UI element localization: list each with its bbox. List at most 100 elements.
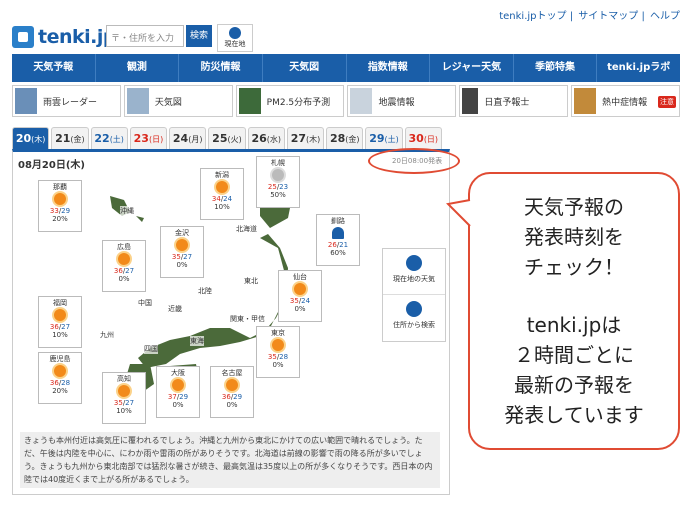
region-label-shikoku[interactable]: 四国 [144, 344, 158, 354]
subnav-earthquake[interactable]: 地震情報 [347, 85, 457, 117]
current-location-weather-button[interactable]: 現在地の天気 [383, 249, 445, 295]
city-forecast-kanazawa[interactable]: 金沢 35/27 0% [160, 226, 204, 278]
subnav-heatstroke[interactable]: 熱中症情報 注意 [571, 85, 680, 117]
temp-high: 35 [289, 297, 299, 305]
warning-badge: 注意 [657, 96, 676, 108]
heatstroke-thumbnail-icon [574, 88, 597, 114]
city-forecast-fukuoka[interactable]: 福岡 36/27 10% [38, 296, 82, 348]
nav-item-leisure[interactable]: レジャー天気 [430, 54, 514, 82]
rain-probability: 10% [214, 203, 230, 211]
nav-item-observation[interactable]: 観測 [96, 54, 180, 82]
subnav-forecaster[interactable]: 日直予報士 [459, 85, 569, 117]
subnav-label: PM2.5分布予測 [266, 97, 331, 108]
rain-probability: 0% [226, 401, 238, 409]
subnav-label: 雨雲レーダー [43, 97, 98, 108]
city-forecast-sapporo[interactable]: 札幌 25/23 50% [256, 156, 300, 208]
city-forecast-kochi[interactable]: 高知 35/27 10% [102, 372, 146, 424]
temp-high: 35 [113, 399, 123, 407]
city-forecast-osaka[interactable]: 大阪 37/29 0% [156, 366, 200, 418]
rain-probability: 0% [172, 401, 184, 409]
temp-low: 23 [279, 183, 289, 191]
city-forecast-tokyo[interactable]: 東京 35/28 0% [256, 326, 300, 378]
location-arrow-icon [229, 27, 241, 39]
region-label-hokuriku[interactable]: 北陸 [198, 286, 212, 296]
sunny-icon [54, 365, 66, 377]
city-temps: 35/27 [171, 253, 193, 261]
search-button[interactable]: 検索 [186, 25, 212, 47]
rain-probability: 60% [330, 249, 346, 257]
city-temps: 36/29 [221, 393, 243, 401]
temp-high: 36 [221, 393, 231, 401]
rain-probability: 20% [52, 387, 68, 395]
address-search-button[interactable]: 住所から検索 [383, 295, 445, 341]
city-temps: 35/27 [113, 399, 135, 407]
tab-day-21[interactable]: 21(金) [51, 127, 89, 149]
region-label-kinki[interactable]: 近畿 [168, 304, 182, 314]
cloudy-icon [272, 169, 284, 181]
city-forecast-hiroshima[interactable]: 広島 36/27 0% [102, 240, 146, 292]
nav-item-season[interactable]: 季節特集 [514, 54, 598, 82]
city-forecast-kagoshima[interactable]: 鹿児島 36/28 20% [38, 352, 82, 404]
nav-item-weather-map[interactable]: 天気図 [263, 54, 347, 82]
nav-item-disaster[interactable]: 防災情報 [179, 54, 263, 82]
region-label-okinawa[interactable]: 沖縄 [120, 206, 134, 216]
nav-item-index[interactable]: 指数情報 [347, 54, 431, 82]
city-forecast-nagoya[interactable]: 名古屋 36/29 0% [210, 366, 254, 418]
link-help[interactable]: ヘルプ [650, 11, 680, 22]
tab-day-28[interactable]: 28(金) [326, 127, 364, 149]
nav-item-lab[interactable]: tenki.jpラボ [597, 54, 680, 82]
forecast-summary: きょうも本州付近は高気圧に覆われるでしょう。沖縄と九州から東北にかけての広い範囲… [20, 432, 440, 488]
sunny-icon [54, 193, 66, 205]
callout-line: チェック！ [524, 255, 624, 279]
link-sitemap[interactable]: サイトマップ [578, 11, 638, 22]
sunny-icon [226, 379, 238, 391]
temp-low: 21 [339, 241, 349, 249]
callout-bubble: 天気予報の 発表時刻を チェック！ tenki.jpは ２時間ごとに 最新の予報… [468, 172, 680, 450]
city-name: 那覇 [53, 183, 67, 191]
region-label-tokai[interactable]: 東海 [190, 336, 204, 346]
subnav-rain-radar[interactable]: 雨雲レーダー [12, 85, 121, 117]
tab-day-of-week: (土) [109, 135, 124, 144]
tab-day-20[interactable]: 20(木) [12, 127, 50, 149]
site-logo[interactable]: tenki.jp [38, 26, 116, 48]
city-forecast-sendai[interactable]: 仙台 35/24 0% [278, 270, 322, 322]
tab-day-number: 25 [212, 132, 228, 145]
temp-low: 29 [233, 393, 243, 401]
region-label-hokkaido[interactable]: 北海道 [236, 224, 257, 234]
rain-probability: 50% [270, 191, 286, 199]
earthquake-thumbnail-icon [350, 88, 373, 114]
tab-day-of-week: (日) [423, 135, 439, 144]
current-location-label: 現在地 [224, 40, 246, 48]
city-name: 金沢 [175, 229, 189, 237]
tab-day-24[interactable]: 24(月) [169, 127, 207, 149]
subnav-pm25[interactable]: PM2.5分布予測 [235, 85, 345, 117]
tenki-logo-icon[interactable] [12, 26, 34, 48]
sunny-icon [272, 339, 284, 351]
tab-day-25[interactable]: 25(火) [208, 127, 246, 149]
city-temps: 36/27 [113, 267, 135, 275]
tab-day-of-week: (金) [70, 135, 85, 144]
region-label-kyushu[interactable]: 九州 [100, 330, 114, 340]
current-location-button[interactable]: 現在地 [217, 24, 253, 52]
temp-low: 28 [279, 353, 289, 361]
subnav-weather-map[interactable]: 天気図 [123, 85, 233, 117]
tab-day-29[interactable]: 29(土) [365, 127, 403, 149]
nav-item-forecast[interactable]: 天気予報 [12, 54, 96, 82]
tab-day-22[interactable]: 22(土) [90, 127, 128, 149]
tab-day-27[interactable]: 27(木) [286, 127, 325, 149]
tab-day-23[interactable]: 23(日) [129, 127, 168, 149]
region-label-tohoku[interactable]: 東北 [244, 276, 258, 286]
tab-day-26[interactable]: 26(水) [247, 127, 285, 149]
search-input[interactable]: 〒・住所を入力 [106, 25, 184, 47]
city-forecast-niigata[interactable]: 新潟 34/24 10% [200, 168, 244, 220]
region-label-chugoku[interactable]: 中国 [138, 298, 152, 308]
temp-high: 35 [267, 353, 277, 361]
tab-day-30[interactable]: 30(日) [404, 127, 442, 149]
temp-high: 35 [171, 253, 181, 261]
city-forecast-naha[interactable]: 那覇 33/29 20% [38, 180, 82, 232]
link-tenki-top[interactable]: tenki.jpトップ [499, 11, 566, 22]
city-temps: 35/28 [267, 353, 289, 361]
region-label-kanto[interactable]: 関東・甲信 [230, 314, 265, 324]
tab-day-number: 30 [408, 132, 424, 145]
city-forecast-kushiro[interactable]: 釧路 26/21 60% [316, 214, 360, 266]
